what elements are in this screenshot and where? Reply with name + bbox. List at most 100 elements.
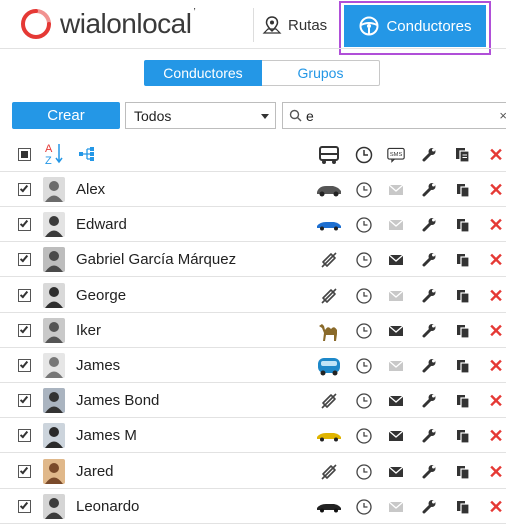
envelope-icon[interactable] (387, 498, 405, 516)
dark-car-icon[interactable] (316, 181, 342, 199)
segment-conductores[interactable]: Conductores (144, 60, 262, 86)
delete-icon[interactable]: ✕ (487, 216, 505, 234)
bus-icon[interactable] (316, 146, 342, 164)
driver-row[interactable]: Edward ✕ (0, 207, 506, 243)
delete-icon[interactable]: ✕ (487, 463, 505, 481)
unbound-icon[interactable] (316, 463, 342, 481)
wrench-icon[interactable] (420, 322, 438, 340)
clock-icon[interactable] (355, 392, 373, 410)
clear-search-icon[interactable]: × (499, 108, 506, 123)
delete-icon[interactable]: ✕ (487, 322, 505, 340)
driver-name[interactable]: Iker (76, 322, 101, 339)
row-checkbox[interactable] (18, 253, 31, 267)
clock-icon[interactable] (355, 181, 373, 199)
driver-name[interactable]: Edward (76, 216, 127, 233)
copy-icon[interactable] (454, 463, 472, 481)
copy-icon[interactable] (454, 322, 472, 340)
delete-icon[interactable]: ✕ (487, 427, 505, 445)
row-checkbox[interactable] (18, 394, 31, 408)
copy-header-icon[interactable] (454, 146, 472, 164)
row-checkbox[interactable] (18, 359, 31, 372)
delete-icon[interactable]: ✕ (487, 392, 505, 410)
driver-row[interactable]: Alex ✕ (0, 172, 506, 207)
driver-name[interactable]: James Bond (76, 392, 159, 409)
driver-row[interactable]: George ✕ (0, 278, 506, 313)
copy-icon[interactable] (454, 498, 472, 516)
row-checkbox[interactable] (18, 288, 31, 302)
wrench-icon[interactable] (420, 251, 438, 269)
clock-header-icon[interactable] (355, 146, 373, 164)
copy-icon[interactable] (454, 427, 472, 445)
clock-icon[interactable] (355, 427, 373, 445)
row-checkbox[interactable] (18, 429, 31, 443)
wrench-icon[interactable] (420, 427, 438, 445)
delete-icon[interactable]: ✕ (487, 287, 505, 305)
unbound-icon[interactable] (316, 392, 342, 410)
blue-car-icon[interactable] (316, 216, 342, 234)
clock-icon[interactable] (355, 251, 373, 269)
tab-conductores[interactable]: Conductores (344, 5, 486, 47)
envelope-icon[interactable] (387, 427, 405, 445)
row-checkbox[interactable] (18, 464, 31, 478)
envelope-icon[interactable] (387, 251, 405, 269)
delete-icon[interactable]: ✕ (487, 498, 505, 516)
wrench-icon[interactable] (420, 287, 438, 305)
segment-grupos[interactable]: Grupos (262, 60, 380, 86)
driver-row[interactable]: James M ✕ (0, 418, 506, 454)
wrench-icon[interactable] (420, 357, 438, 375)
driver-row[interactable]: Jared ✕ (0, 454, 506, 489)
copy-icon[interactable] (454, 287, 472, 305)
driver-name[interactable]: Alex (76, 181, 105, 198)
search-input[interactable] (306, 107, 486, 124)
clock-icon[interactable] (355, 498, 373, 516)
driver-row[interactable]: James ✕ (0, 348, 506, 383)
clock-icon[interactable] (355, 216, 373, 234)
create-button[interactable]: Crear (12, 102, 120, 129)
wrench-icon[interactable] (420, 181, 438, 199)
driver-name[interactable]: Jared (76, 463, 114, 480)
unbound-icon[interactable] (316, 287, 342, 305)
driver-name[interactable]: George (76, 287, 126, 304)
yellow-car-icon[interactable] (316, 427, 342, 445)
wrench-header-icon[interactable] (420, 146, 438, 164)
clock-icon[interactable] (355, 357, 373, 375)
clock-icon[interactable] (355, 287, 373, 305)
wrench-icon[interactable] (420, 392, 438, 410)
envelope-icon[interactable] (387, 392, 405, 410)
delete-icon[interactable]: ✕ (487, 251, 505, 269)
row-checkbox[interactable] (18, 218, 31, 232)
copy-icon[interactable] (454, 357, 472, 375)
envelope-icon[interactable] (387, 287, 405, 305)
envelope-icon[interactable] (387, 357, 405, 375)
wialon-logo[interactable]: wialonlocal ’ (20, 6, 196, 42)
driver-name[interactable]: Gabriel García Márquez (76, 251, 236, 268)
row-checkbox[interactable] (18, 323, 31, 337)
camel-icon[interactable] (316, 322, 342, 341)
select-all-checkbox[interactable] (18, 148, 31, 161)
envelope-icon[interactable] (387, 181, 405, 199)
wrench-icon[interactable] (420, 216, 438, 234)
wrench-icon[interactable] (420, 498, 438, 516)
delete-header-icon[interactable]: ✕ (487, 146, 505, 164)
blue-van-icon[interactable] (316, 357, 342, 376)
group-tree-icon[interactable] (78, 146, 96, 165)
delete-icon[interactable]: ✕ (487, 181, 505, 199)
envelope-icon[interactable] (387, 322, 405, 340)
copy-icon[interactable] (454, 392, 472, 410)
driver-row[interactable]: James Bond ✕ (0, 383, 506, 419)
driver-name[interactable]: James M (76, 427, 137, 444)
black-car-icon[interactable] (316, 498, 342, 516)
driver-row[interactable]: Gabriel García Márquez ✕ (0, 242, 506, 278)
envelope-icon[interactable] (387, 463, 405, 481)
clock-icon[interactable] (355, 322, 373, 340)
driver-row[interactable]: Leonardo ✕ (0, 489, 506, 524)
envelope-icon[interactable] (387, 216, 405, 234)
wrench-icon[interactable] (420, 463, 438, 481)
driver-name[interactable]: James (76, 357, 120, 374)
sort-az-icon[interactable]: A Z (44, 141, 66, 170)
filter-select[interactable]: Todos (125, 102, 276, 129)
row-checkbox[interactable] (18, 183, 31, 196)
driver-name[interactable]: Leonardo (76, 498, 139, 515)
copy-icon[interactable] (454, 216, 472, 234)
copy-icon[interactable] (454, 251, 472, 269)
